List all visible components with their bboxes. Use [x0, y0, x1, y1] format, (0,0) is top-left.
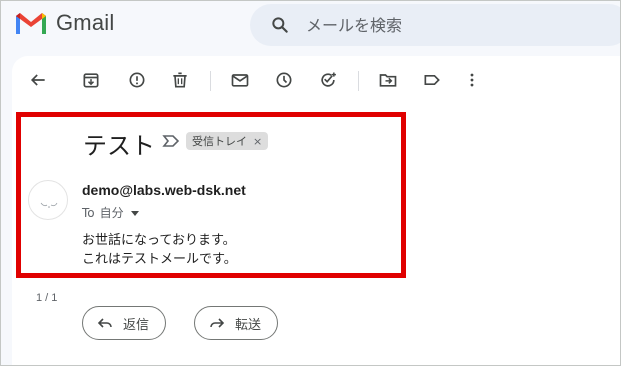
email-body: お世話になっております。 これはテストメールです。 [82, 231, 237, 269]
remove-label-button[interactable]: × [253, 135, 262, 148]
message-counter: 1 / 1 [36, 292, 58, 304]
delete-icon[interactable] [168, 68, 192, 92]
avatar[interactable] [28, 180, 68, 220]
reply-icon [97, 318, 112, 328]
importance-marker-icon[interactable] [162, 133, 180, 149]
mark-unread-icon[interactable] [228, 68, 252, 92]
chevron-down-icon[interactable] [130, 208, 140, 218]
email-body-line: これはテストメールです。 [82, 252, 237, 267]
archive-icon[interactable] [79, 68, 103, 92]
label-chip-text: 受信トレイ [192, 135, 247, 148]
recipient-name: 自分 [99, 206, 124, 220]
snooze-icon[interactable] [272, 68, 296, 92]
search-icon[interactable] [270, 15, 290, 35]
reply-label: 返信 [123, 317, 150, 333]
recipient-details[interactable]: To 自分 [82, 204, 140, 221]
avatar-icon [40, 202, 58, 208]
report-spam-icon[interactable] [125, 68, 149, 92]
message-toolbar [12, 56, 621, 104]
gmail-m-icon [16, 13, 46, 34]
message-pane: テスト 受信トレイ × demo@labs.web-dsk.net To 自分 … [12, 56, 621, 366]
sender-address[interactable]: demo@labs.web-dsk.net [82, 182, 246, 198]
app-name: Gmail [56, 10, 115, 35]
inbox-label-chip: 受信トレイ × [186, 132, 269, 150]
search-input[interactable] [306, 13, 606, 37]
toolbar-divider [210, 71, 211, 91]
move-to-icon[interactable] [376, 68, 400, 92]
more-icon[interactable] [460, 68, 484, 92]
toolbar-divider [358, 71, 359, 91]
search-bar[interactable] [250, 4, 621, 46]
forward-label: 転送 [235, 317, 262, 333]
recipient-prefix: To [82, 205, 95, 220]
reply-button[interactable]: 返信 [82, 306, 167, 340]
forward-button[interactable]: 転送 [194, 306, 279, 340]
email-body-line: お世話になっております。 [82, 233, 236, 248]
back-icon[interactable] [26, 68, 50, 92]
forward-icon [210, 318, 225, 328]
add-task-icon[interactable] [316, 68, 340, 92]
gmail-logo[interactable]: Gmail [14, 10, 114, 36]
label-icon[interactable] [420, 68, 444, 92]
email-subject: テスト [83, 132, 155, 160]
